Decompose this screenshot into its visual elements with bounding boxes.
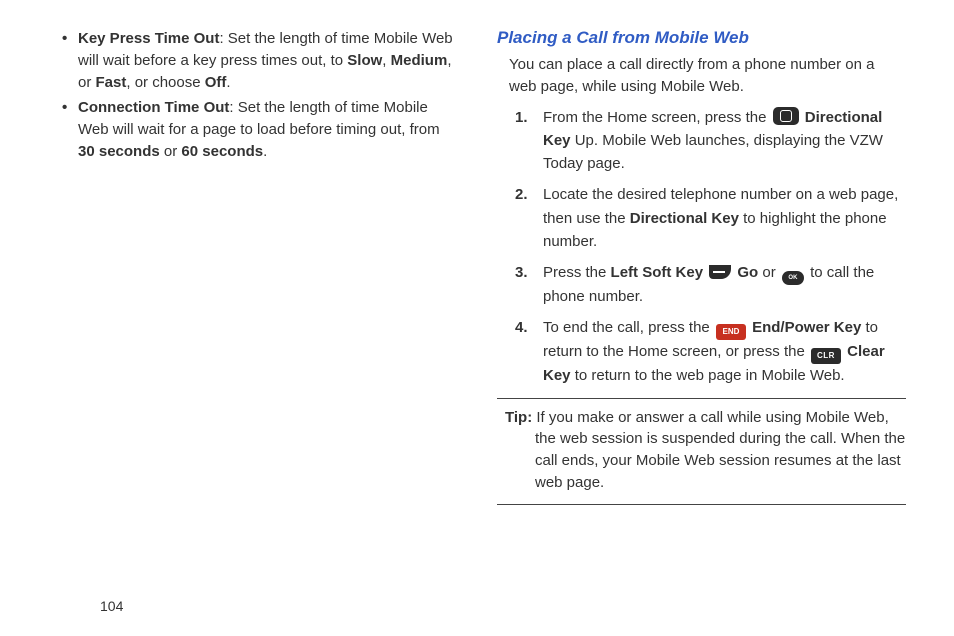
text: , or choose [126, 74, 204, 91]
section-heading: Placing a Call from Mobile Web [497, 28, 906, 48]
text: . [226, 74, 230, 91]
text: or [758, 264, 780, 281]
settings-bullets: Key Press Time Out: Set the length of ti… [48, 28, 457, 163]
text: to return to the web page in Mobile Web. [571, 367, 845, 384]
key-label: Directional Key [630, 210, 739, 227]
text: From the Home screen, press the [543, 109, 771, 126]
key-label: Go [733, 264, 758, 281]
text: . [263, 143, 267, 160]
clr-key-icon: CLR [811, 348, 841, 364]
step-2: Locate the desired telephone number on a… [537, 183, 906, 253]
bullet-title: Key Press Time Out [78, 30, 219, 47]
bullet-title: Connection Time Out [78, 99, 229, 116]
right-column: Placing a Call from Mobile Web You can p… [497, 28, 906, 568]
left-soft-key-icon [709, 265, 731, 279]
option: Off [205, 74, 227, 91]
divider [497, 504, 906, 505]
text: Up. Mobile Web launches, displaying the … [543, 132, 883, 172]
step-1: From the Home screen, press the Directio… [537, 106, 906, 176]
left-column: Key Press Time Out: Set the length of ti… [48, 28, 457, 568]
intro-text: You can place a call directly from a pho… [509, 54, 906, 98]
key-label: Left Soft Key [611, 264, 704, 281]
text: , [382, 52, 390, 69]
step-4: To end the call, press the END End/Power… [537, 316, 906, 387]
content-columns: Key Press Time Out: Set the length of ti… [48, 28, 906, 568]
key-label: End/Power Key [748, 319, 861, 336]
divider [497, 398, 906, 399]
option: Medium [391, 52, 448, 69]
tip-text: If you make or answer a call while using… [532, 409, 905, 491]
end-key-icon: END [716, 324, 746, 340]
option: 60 seconds [181, 143, 263, 160]
ok-key-icon: OK [782, 271, 804, 285]
directional-key-icon [773, 107, 799, 125]
bullet-connection-timeout: Connection Time Out: Set the length of t… [70, 97, 457, 162]
tip-block: Tip: If you make or answer a call while … [497, 407, 906, 494]
steps-list: From the Home screen, press the Directio… [497, 106, 906, 388]
text: or [160, 143, 182, 160]
bullet-key-press-timeout: Key Press Time Out: Set the length of ti… [70, 28, 457, 93]
option: 30 seconds [78, 143, 160, 160]
option: Fast [96, 74, 127, 91]
text: Press the [543, 264, 611, 281]
page-number: 104 [100, 598, 123, 614]
tip-label: Tip: [505, 409, 532, 426]
step-3: Press the Left Soft Key Go or OK to call… [537, 261, 906, 308]
option: Slow [347, 52, 382, 69]
text: To end the call, press the [543, 319, 714, 336]
